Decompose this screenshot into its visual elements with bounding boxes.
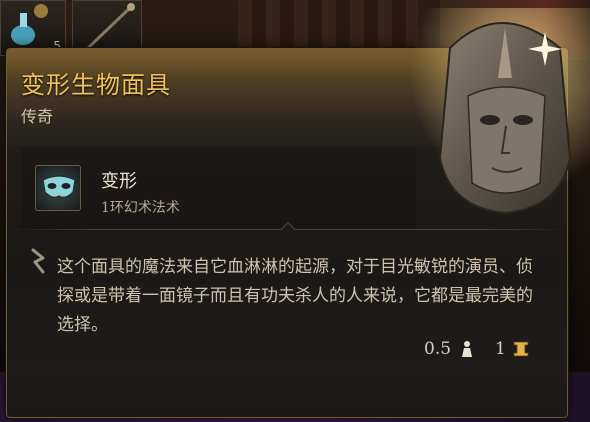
potion-icon [11, 4, 48, 45]
tooltip-footer [7, 365, 567, 417]
item-value: 1 [495, 339, 506, 359]
legendary-helmet-mask [410, 8, 590, 218]
item-weight: 0.5 [424, 339, 452, 359]
weight-icon [462, 341, 472, 357]
item-rarity: 传奇 [21, 107, 54, 126]
item-description: 这个面具的魔法来自它血淋淋的起源，对于目光敏锐的演员、侦探或是带着一面镜子而且有… [57, 257, 533, 335]
item-title: 变形生物面具 [21, 71, 171, 99]
spell-name: 变形 [101, 171, 137, 192]
gold-coin-icon [513, 341, 529, 357]
flavor-text-icon [31, 248, 45, 274]
spell-level: 1环幻术法术 [101, 200, 180, 216]
mask-spell-icon [35, 165, 81, 211]
granted-spell[interactable]: 变形 1环幻术法术 [21, 147, 416, 231]
